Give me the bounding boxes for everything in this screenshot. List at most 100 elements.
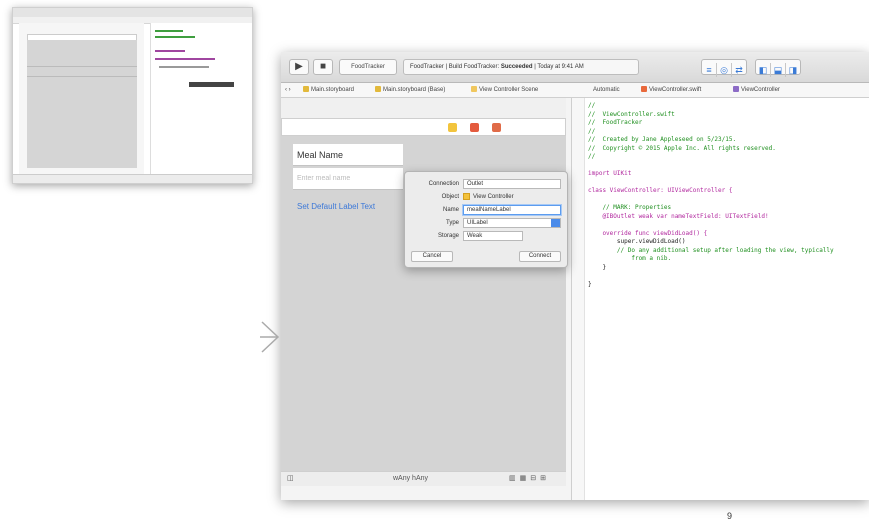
object-row: Object View Controller: [405, 191, 567, 203]
thumbnail-screenshot: [12, 7, 253, 184]
code-editor[interactable]: //// ViewController.swift// FoodTracker /…: [571, 98, 869, 500]
code-line: override func viewDidLoad() {: [588, 229, 708, 237]
scheme-selector[interactable]: FoodTracker: [339, 59, 397, 75]
thumbnail-code-line: [155, 58, 215, 60]
thumbnail-bottom-bar: [13, 174, 252, 183]
connection-label: Connection: [428, 181, 459, 187]
code-line: // FoodTracker: [588, 119, 643, 126]
thumbnail-scene: [27, 40, 137, 168]
type-row: Type UILabel: [405, 217, 567, 229]
activity-build-prefix: Build FoodTracker:: [448, 64, 500, 70]
code-line: // Copyright © 2015 Apple Inc. All right…: [588, 144, 776, 152]
play-icon[interactable]: ▶: [289, 59, 309, 75]
assistant-editor-icon[interactable]: ◎: [717, 63, 732, 77]
thumbnail-cell-divider: [27, 66, 137, 67]
set-default-label-button[interactable]: Set Default Label Text: [293, 196, 403, 218]
storyboard-file-icon: [303, 86, 309, 93]
storage-select[interactable]: Weak: [463, 231, 523, 241]
storyboard-bottom-bar: ◫ wAny hAny ▥▦⊟⊞: [281, 471, 566, 486]
thumbnail-code-pane: [150, 23, 252, 175]
code-line: import UIKit: [588, 170, 632, 177]
first-responder-icon[interactable]: [470, 123, 479, 132]
activity-time: Today at 9:41 AM: [537, 64, 584, 70]
chevron-down-icon[interactable]: [551, 219, 560, 227]
jumpbar-automatic[interactable]: Automatic: [593, 83, 620, 97]
thumbnail-code-line: [155, 50, 185, 52]
connect-button[interactable]: Connect: [519, 251, 561, 262]
debug-toggle-icon[interactable]: ⬓: [771, 63, 786, 77]
cancel-button[interactable]: Cancel: [411, 251, 453, 262]
view-controller-icon: [471, 86, 477, 93]
xcode-window: ▶ ■ FoodTracker FoodTracker | Build Food…: [281, 52, 869, 500]
code-line: from a nib.: [588, 255, 672, 262]
object-value: View Controller: [473, 194, 514, 200]
version-editor-icon[interactable]: ⇄: [732, 63, 746, 77]
code-line: @IBOutlet weak var nameTextField: UIText…: [588, 212, 769, 220]
type-label: Type: [445, 220, 459, 226]
activity-viewer: FoodTracker | Build FoodTracker: Succeed…: [403, 59, 639, 75]
jumpbar-back-icon[interactable]: ‹ ›: [285, 83, 291, 97]
code-line: //: [588, 102, 596, 109]
initial-view-controller-arrow-icon: [260, 321, 280, 353]
thumbnail-code-line: [155, 30, 183, 32]
storyboard-canvas: Meal Name Enter meal name Set Default La…: [281, 98, 566, 486]
view-toggle-segment[interactable]: ◧ ⬓ ◨: [755, 59, 801, 77]
code-line: //: [588, 127, 596, 135]
outlet-name-field[interactable]: mealNameLabel: [463, 205, 561, 215]
thumbnail-code-line: [155, 36, 195, 38]
view-controller-icon: [463, 193, 470, 200]
window-toolbar: ▶ ■ FoodTracker FoodTracker | Build Food…: [281, 52, 869, 83]
view-controller-icon[interactable]: [448, 123, 457, 132]
line-gutter: [572, 98, 585, 500]
thumbnail-cell-divider: [27, 76, 137, 77]
scheme-label: FoodTracker: [351, 64, 385, 70]
code-line: // Created by Jane Appleseed on 5/23/15.: [588, 136, 737, 143]
connection-popover: Connection Outlet Object View Controller…: [404, 171, 568, 268]
code-line: // ViewController.swift: [588, 110, 675, 118]
storage-label: Storage: [437, 233, 459, 239]
code-line: // Do any additional setup after loading…: [588, 246, 834, 254]
size-class-label[interactable]: wAny hAny: [393, 472, 428, 486]
class-icon: [733, 86, 739, 93]
thumbnail-code-line: [159, 66, 209, 68]
name-label: Name: [442, 207, 459, 213]
jumpbar-scene[interactable]: Main.storyboard (Base): [375, 83, 445, 97]
jumpbar-class[interactable]: ViewController: [733, 83, 780, 97]
connection-select[interactable]: Outlet: [463, 179, 561, 189]
storage-row: Storage Weak: [405, 230, 567, 242]
editor-mode-segment[interactable]: ≡ ◎ ⇄: [701, 59, 747, 77]
connection-row: Connection Outlet: [405, 178, 567, 190]
navigator-toggle-icon[interactable]: ◧: [756, 63, 771, 77]
meal-name-textfield[interactable]: Enter meal name: [293, 168, 403, 190]
stop-icon[interactable]: ■: [313, 59, 333, 75]
document-outline-toggle-icon[interactable]: ◫: [287, 472, 294, 486]
jumpbar-swift-file[interactable]: ViewController.swift: [641, 83, 701, 97]
name-row: Name mealNameLabel: [405, 204, 567, 216]
code-line: }: [588, 280, 592, 288]
jumpbar-controller[interactable]: View Controller Scene: [471, 83, 538, 97]
utilities-toggle-icon[interactable]: ◨: [786, 63, 800, 77]
code-line: //: [588, 153, 596, 160]
type-select[interactable]: UILabel: [463, 218, 561, 228]
jump-bar: ‹ › Main.storyboard Main.storyboard (Bas…: [281, 83, 869, 98]
layout-buttons[interactable]: ▥▦⊟⊞: [509, 472, 550, 486]
jumpbar-file[interactable]: Main.storyboard: [303, 83, 354, 97]
code-line: // MARK: Properties: [588, 204, 672, 211]
exit-icon[interactable]: [492, 123, 501, 132]
activity-build-status: Succeeded: [500, 64, 533, 70]
scene-dock: [281, 118, 566, 136]
code-line: class ViewController: UIViewController {: [588, 187, 733, 194]
code-lines: //// ViewController.swift// FoodTracker /…: [588, 102, 834, 289]
code-line: }: [588, 263, 607, 271]
thumbnail-callout: [189, 82, 234, 87]
page-number: 9: [727, 511, 733, 521]
standard-editor-icon[interactable]: ≡: [702, 63, 717, 77]
code-line: super.viewDidLoad(): [588, 238, 686, 245]
object-label: Object: [441, 194, 459, 200]
meal-name-label[interactable]: Meal Name: [293, 144, 403, 166]
swift-file-icon: [641, 86, 647, 93]
